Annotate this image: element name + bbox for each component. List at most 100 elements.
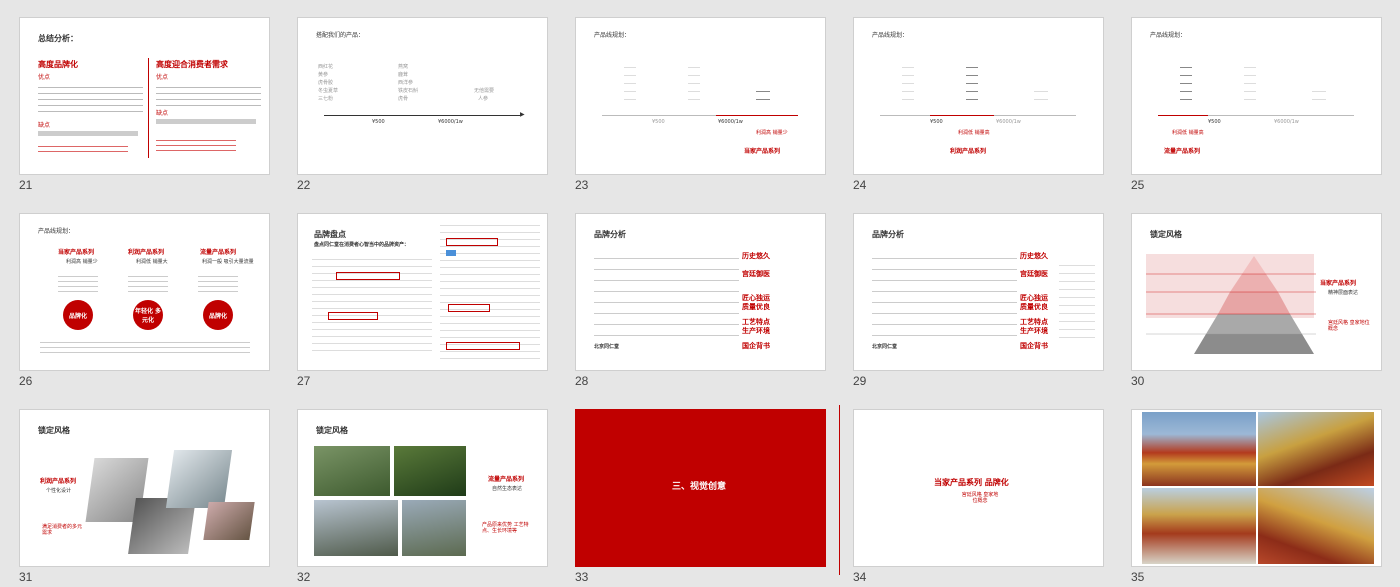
slide-thumb-26[interactable]: 产品线规划： 当家产品系列 利润高 销量少 利润产品系列 利润低 销量大 流量产… <box>19 213 270 388</box>
style-note: 满足消费者的多元需求 <box>42 524 83 537</box>
tag-3: 工艺特点 生产环境 <box>1020 318 1048 335</box>
social-post-screenshot <box>312 256 432 356</box>
highlight-box <box>446 342 520 350</box>
slide-24[interactable]: 产品线规划： ¥500 ¥6000/1w 利润低 销量高 利润产品系列 <box>853 17 1104 175</box>
slide-28[interactable]: 品牌分析 历史悠久 宫廷御医 匠心独运 质量优良 工艺特点 生产环境 国企背书 … <box>575 213 826 371</box>
tick-label-2: ¥6000/1w <box>438 119 463 125</box>
col2-2: 西洋参 <box>398 80 414 86</box>
series-sub: 个性化设计 <box>46 488 72 494</box>
text-lines <box>1180 64 1192 102</box>
text-lines <box>688 64 700 102</box>
slide-thumb-28[interactable]: 品牌分析 历史悠久 宫廷御医 匠心独运 质量优良 工艺特点 生产环境 国企背书 … <box>575 213 826 388</box>
slide-number: 33 <box>575 570 589 584</box>
series-label: 流量产品系列 <box>1164 148 1201 155</box>
slide-thumb-24[interactable]: 产品线规划： ¥500 ¥6000/1w 利润低 销量高 利润产品系列 24 <box>853 17 1104 192</box>
highlight-box <box>446 238 498 246</box>
left-heading: 高度品牌化 <box>38 60 78 69</box>
col-sub-1: 利润低 销量大 <box>136 259 168 265</box>
slide-29[interactable]: 品牌分析 历史悠久 宫廷御医 匠心独运 质量优良 工艺特点 生产环境 国企背书 … <box>853 213 1104 371</box>
slide-number: 23 <box>575 178 589 192</box>
series-label: 当家产品系列 <box>1320 280 1357 287</box>
series-note: 利润低 销量高 <box>958 130 990 136</box>
photo <box>402 500 466 556</box>
text-line <box>38 131 138 136</box>
text-lines <box>756 88 770 102</box>
slide-27[interactable]: 品牌盘点 盘点同仁堂在消费者心智当中的品牌资产： <box>297 213 548 371</box>
slide-34[interactable]: 当家产品系列 品牌化 宫廷风格 皇家地位概念 <box>853 409 1104 567</box>
slide-thumb-33[interactable]: 三、视觉创意 33 <box>575 409 826 584</box>
series-sub: 精神层面表达 <box>1328 290 1359 296</box>
tick-label-1: ¥500 <box>652 119 665 125</box>
slide-thumb-32[interactable]: 锁定风格 流量产品系列 自然生态表达 产品原来优势 工艺特点、生长环境等 32 <box>297 409 548 584</box>
text-lines <box>198 274 238 294</box>
text-lines <box>1059 262 1095 342</box>
tag-1: 宫廷御医 <box>742 270 770 278</box>
right-pros: 优点 <box>156 74 169 81</box>
slide-35[interactable] <box>1131 409 1382 567</box>
tag-4: 国企背书 <box>742 342 770 350</box>
slide-thumb-31[interactable]: 锁定风格 利润产品系列 个性化设计 满足消费者的多元需求 31 <box>19 409 270 584</box>
col1-1: 黄参 <box>318 72 329 78</box>
slide-thumb-27[interactable]: 品牌盘点 盘点同仁堂在消费者心智当中的品牌资产： 27 <box>297 213 548 388</box>
col2-3: 铁皮石斛 <box>398 88 419 94</box>
col2-4: 虎骨 <box>398 96 409 102</box>
slide-30[interactable]: 锁定风格 当家产品系列 精神层面表达 宫廷风格 皇家地位概念 <box>1131 213 1382 371</box>
series-sub: 自然生态表达 <box>492 486 523 492</box>
slide-thumb-30[interactable]: 锁定风格 当家产品系列 精神层面表达 宫廷风格 皇家地位概念 30 <box>1131 213 1382 388</box>
slide-number: 28 <box>575 374 589 388</box>
slide-number: 29 <box>853 374 867 388</box>
col-name-1: 利润产品系列 <box>128 249 165 256</box>
slide-title: 总结分析： <box>38 34 78 43</box>
circle-badge-1: 年轻化 多元化 <box>133 300 163 330</box>
text-lines <box>966 64 978 102</box>
button-icon <box>446 250 456 256</box>
slide-thumb-35[interactable]: 35 <box>1131 409 1382 584</box>
col2-0: 燕窝 <box>398 64 409 70</box>
tick-label-2: ¥6000/1w <box>718 119 743 125</box>
slide-26[interactable]: 产品线规划： 当家产品系列 利润高 销量少 利润产品系列 利润低 销量大 流量产… <box>19 213 270 371</box>
col1-0: 西红花 <box>318 64 334 70</box>
slide-33[interactable]: 三、视觉创意 <box>575 409 826 567</box>
col1-2: 虎骨胶 <box>318 80 334 86</box>
tick-label-2: ¥6000/1w <box>996 119 1021 125</box>
slide-32[interactable]: 锁定风格 流量产品系列 自然生态表达 产品原来优势 工艺特点、生长环境等 <box>297 409 548 567</box>
tick-label-1: ¥500 <box>1208 119 1221 125</box>
slide-31[interactable]: 锁定风格 利润产品系列 个性化设计 满足消费者的多元需求 <box>19 409 270 567</box>
series-label: 当家产品系列 <box>744 148 781 155</box>
slide-thumb-25[interactable]: 产品线规划： ¥500 ¥6000/1w 利润低 销量高 流量产品系列 25 <box>1131 17 1382 192</box>
slide-thumb-29[interactable]: 品牌分析 历史悠久 宫廷御医 匠心独运 质量优良 工艺特点 生产环境 国企背书 … <box>853 213 1104 388</box>
price-axis-highlight <box>1158 115 1208 116</box>
text-lines <box>872 254 1017 344</box>
col2-1: 鹿茸 <box>398 72 409 78</box>
slide-thumb-34[interactable]: 当家产品系列 品牌化 宫廷风格 皇家地位概念 34 <box>853 409 1104 584</box>
tag-1: 宫廷御医 <box>1020 270 1048 278</box>
slide-title: 品牌盘点 <box>314 230 346 239</box>
slide-21[interactable]: 总结分析： 高度品牌化 优点 缺点 高度迎合消费者需求 优点 缺点 <box>19 17 270 175</box>
series-label: 利润产品系列 <box>950 148 987 155</box>
slide-number: 27 <box>297 374 311 388</box>
slide-title: 锁定风格 <box>1150 230 1182 239</box>
slide-thumb-21[interactable]: 总结分析： 高度品牌化 优点 缺点 高度迎合消费者需求 优点 缺点 21 <box>19 17 270 192</box>
text-lines <box>38 84 143 114</box>
price-axis <box>324 115 520 116</box>
photo <box>165 450 233 508</box>
text-lines <box>156 84 261 106</box>
divider <box>148 58 149 158</box>
slide-25[interactable]: 产品线规划： ¥500 ¥6000/1w 利润低 销量高 流量产品系列 <box>1131 17 1382 175</box>
col1-4: 三七粉 <box>318 96 334 102</box>
slide-23[interactable]: 产品线规划： ¥500 ¥6000/1w 利润高 销量少 当家产品系列 <box>575 17 826 175</box>
slide-22[interactable]: 搭配我们的产品： 西红花 黄参 虎骨胶 冬虫夏草 三七粉 燕窝 鹿茸 西洋参 铁… <box>297 17 548 175</box>
slide-thumb-23[interactable]: 产品线规划： ¥500 ¥6000/1w 利润高 销量少 当家产品系列 23 <box>575 17 826 192</box>
slide-number: 21 <box>19 178 33 192</box>
slide-number: 35 <box>1131 570 1145 584</box>
text-lines <box>40 340 250 356</box>
slide-title: 搭配我们的产品： <box>316 32 365 39</box>
circle-badge-2: 品牌化 <box>203 300 233 330</box>
tick-label-1: ¥500 <box>930 119 943 125</box>
arrow-icon: ▶ <box>520 111 525 118</box>
slide-sub: 宫廷风格 皇家地位概念 <box>961 492 999 505</box>
text-lines-red <box>38 144 128 154</box>
price-axis-highlight <box>716 115 798 116</box>
slide-thumb-22[interactable]: 搭配我们的产品： 西红花 黄参 虎骨胶 冬虫夏草 三七粉 燕窝 鹿茸 西洋参 铁… <box>297 17 548 192</box>
photo-palace-roof <box>1258 412 1374 486</box>
